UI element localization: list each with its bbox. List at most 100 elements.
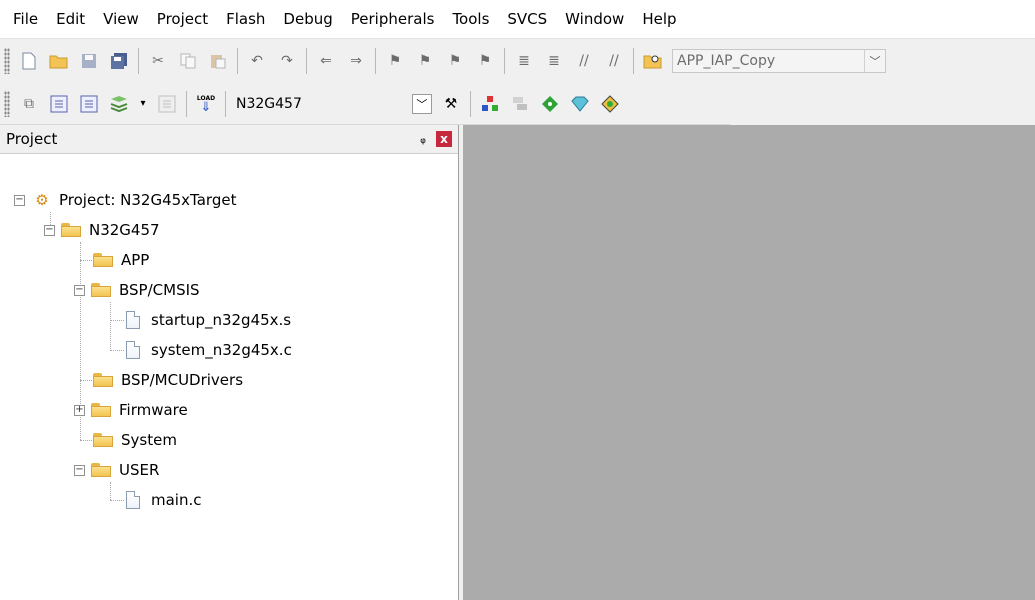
- stop-build-icon[interactable]: [156, 93, 178, 115]
- new-file-icon[interactable]: [18, 50, 40, 72]
- toolbar-grip[interactable]: [4, 91, 10, 117]
- tree-item-group-bsp-mcudrivers[interactable]: BSP/MCUDrivers: [93, 368, 243, 392]
- tree-item-group-app[interactable]: APP: [93, 248, 149, 272]
- navigate-forward-icon[interactable]: ⇒: [345, 50, 367, 72]
- tree-item-file[interactable]: main.c: [126, 488, 202, 512]
- navigate-back-icon[interactable]: ⇐: [315, 50, 337, 72]
- toolbar-grip[interactable]: [4, 48, 10, 74]
- toolbar-separator: [225, 91, 226, 117]
- manage-project-icon[interactable]: [479, 93, 501, 115]
- tree-item-file[interactable]: startup_n32g45x.s: [126, 308, 291, 332]
- paste-icon[interactable]: [207, 50, 229, 72]
- tree-item-file[interactable]: system_n32g45x.c: [126, 338, 292, 362]
- uncomment-icon[interactable]: //: [603, 50, 625, 72]
- close-icon[interactable]: x: [436, 131, 452, 147]
- bookmark-clear-icon[interactable]: ⚑: [474, 50, 496, 72]
- menu-file[interactable]: File: [0, 0, 47, 38]
- tree-item-project-root[interactable]: − ⚙ Project: N32G45xTarget: [14, 188, 236, 212]
- bookmark-icon[interactable]: ⚑: [384, 50, 406, 72]
- save-icon[interactable]: [78, 50, 100, 72]
- collapse-icon[interactable]: −: [74, 284, 85, 296]
- tree-item-label: N32G457: [89, 221, 160, 239]
- tree-item-label: Firmware: [119, 401, 188, 419]
- build-toolbar: ⧉ ▾ LOAD ⇓ N32G457 ﹀ ⚒: [0, 84, 730, 125]
- build-icon[interactable]: [48, 93, 70, 115]
- menu-peripherals[interactable]: Peripherals: [342, 0, 444, 38]
- toolbar-separator: [306, 48, 307, 74]
- file-icon: [126, 341, 140, 359]
- menu-tools[interactable]: Tools: [443, 0, 498, 38]
- bookmark-prev-icon[interactable]: ⚑: [414, 50, 436, 72]
- tree-item-label: main.c: [151, 491, 202, 509]
- tree-item-label: APP: [121, 251, 150, 269]
- find-combo-value: APP_IAP_Copy: [677, 53, 776, 69]
- unindent-icon[interactable]: ≣: [543, 50, 565, 72]
- indent-icon[interactable]: ≣: [513, 50, 535, 72]
- collapse-icon[interactable]: −: [74, 464, 85, 476]
- collapse-icon[interactable]: −: [14, 194, 25, 206]
- pack-installer-icon[interactable]: [569, 93, 591, 115]
- tree-item-group-system[interactable]: System: [93, 428, 177, 452]
- cut-icon[interactable]: ✂: [147, 50, 169, 72]
- comment-icon[interactable]: //: [573, 50, 595, 72]
- folder-open-icon: [91, 463, 111, 477]
- components-icon[interactable]: [599, 93, 621, 115]
- toolbar-separator: [237, 48, 238, 74]
- bookmark-next-icon[interactable]: ⚑: [444, 50, 466, 72]
- batch-build-dropdown-icon[interactable]: ▾: [138, 93, 148, 115]
- redo-icon[interactable]: ↷: [276, 50, 298, 72]
- tree-item-target[interactable]: − N32G457: [44, 218, 160, 242]
- target-folder-icon: [61, 223, 81, 237]
- collapse-icon[interactable]: −: [44, 224, 55, 236]
- menu-project[interactable]: Project: [148, 0, 217, 38]
- menu-window[interactable]: Window: [556, 0, 633, 38]
- target-select[interactable]: N32G457: [236, 96, 302, 112]
- menu-debug[interactable]: Debug: [274, 0, 341, 38]
- download-icon[interactable]: LOAD ⇓: [195, 93, 217, 115]
- find-combo[interactable]: APP_IAP_Copy ﹀: [672, 49, 886, 73]
- menu-edit[interactable]: Edit: [47, 0, 94, 38]
- tree-item-group-bsp-cmsis[interactable]: − BSP/CMSIS: [74, 278, 200, 302]
- select-packs-icon[interactable]: [509, 93, 531, 115]
- copy-icon[interactable]: [177, 50, 199, 72]
- tree-connector: [110, 350, 124, 351]
- toolbar-separator: [633, 48, 634, 74]
- panel-title: Project: [6, 130, 58, 148]
- tree-item-group-firmware[interactable]: + Firmware: [74, 398, 188, 422]
- manage-rte-icon[interactable]: [539, 93, 561, 115]
- toolbar-separator: [504, 48, 505, 74]
- find-in-files-icon[interactable]: [642, 50, 664, 72]
- tree-connector: [110, 302, 111, 349]
- project-icon: ⚙: [35, 191, 49, 209]
- folder-open-icon: [91, 283, 111, 297]
- tree-item-label: system_n32g45x.c: [151, 341, 292, 359]
- pin-icon[interactable]: ᵩ: [420, 131, 426, 147]
- tree-connector: [110, 320, 124, 321]
- undo-icon[interactable]: ↶: [246, 50, 268, 72]
- open-folder-icon[interactable]: [48, 50, 70, 72]
- translate-icon[interactable]: ⧉: [18, 93, 40, 115]
- rebuild-icon[interactable]: [78, 93, 100, 115]
- menu-help[interactable]: Help: [633, 0, 685, 38]
- tree-connector: [110, 482, 111, 500]
- folder-icon: [93, 433, 113, 447]
- menu-bar: File Edit View Project Flash Debug Perip…: [0, 0, 1035, 39]
- batch-build-icon[interactable]: [108, 93, 130, 115]
- target-options-icon[interactable]: ⚒: [440, 93, 462, 115]
- project-panel: Project ᵩ x − ⚙ Project: N32G45xTarget −…: [0, 125, 459, 600]
- tree-connector: [110, 500, 124, 501]
- toolbar-separator: [138, 48, 139, 74]
- editor-workspace[interactable]: [463, 125, 1035, 600]
- tree-item-group-user[interactable]: − USER: [74, 458, 159, 482]
- tree-item-label: System: [121, 431, 177, 449]
- tree-item-label: USER: [119, 461, 160, 479]
- target-dropdown-icon[interactable]: ﹀: [411, 94, 432, 114]
- menu-view[interactable]: View: [94, 0, 148, 38]
- folder-icon: [91, 403, 111, 417]
- menu-flash[interactable]: Flash: [217, 0, 274, 38]
- expand-icon[interactable]: +: [74, 404, 85, 416]
- menu-svcs[interactable]: SVCS: [498, 0, 556, 38]
- chevron-down-icon[interactable]: ﹀: [864, 50, 885, 72]
- tree-connector: [80, 260, 92, 261]
- save-all-icon[interactable]: [108, 50, 130, 72]
